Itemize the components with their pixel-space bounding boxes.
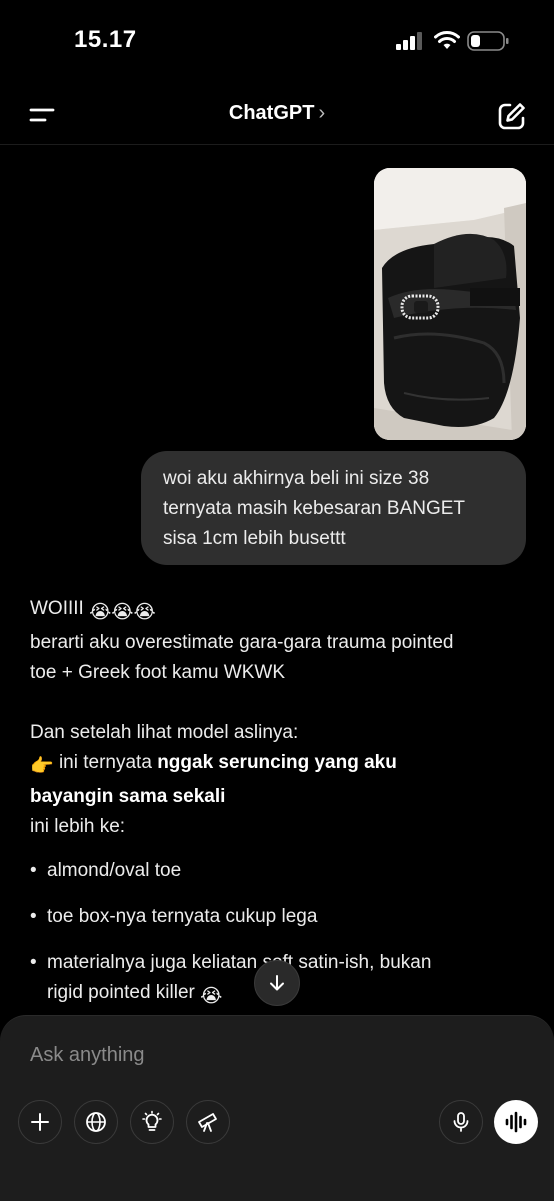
shoe-photo	[374, 168, 526, 440]
reason-button[interactable]	[130, 1100, 174, 1144]
crying-face-emoji: 😭	[200, 986, 223, 1007]
wifi-icon	[434, 31, 460, 49]
scroll-down-button[interactable]	[254, 960, 300, 1006]
user-message-bubble: woi aku akhirnya beli ini size 38 ternya…	[141, 451, 526, 565]
message-input[interactable]: Ask anything	[30, 1044, 145, 1067]
plus-icon	[31, 1113, 49, 1131]
telescope-icon	[198, 1113, 217, 1132]
assistant-line: berarti aku overestimate gara-gara traum…	[30, 632, 454, 653]
list-item: toe box-nya ternyata cukup lega	[30, 902, 530, 932]
voice-mode-button[interactable]	[494, 1100, 538, 1144]
assistant-line: toe + Greek foot kamu WKWK	[30, 662, 286, 683]
user-attached-image[interactable]	[374, 168, 526, 440]
voice-waveform-icon	[505, 1111, 527, 1133]
list-item: almond/oval toe	[30, 856, 530, 886]
deep-research-button[interactable]	[186, 1100, 230, 1144]
page-title[interactable]: ChatGPT	[229, 102, 315, 124]
edit-icon[interactable]	[496, 100, 528, 132]
assistant-bold-text: nggak seruncing yang aku	[157, 752, 397, 773]
user-message-line: sisa 1cm lebih busettt	[163, 528, 346, 549]
crying-face-emoji: 😭😭😭	[89, 602, 156, 623]
composer: Ask anything	[0, 1015, 554, 1201]
assistant-line: Dan setelah lihat model aslinya:	[30, 722, 299, 743]
search-button[interactable]	[74, 1100, 118, 1144]
assistant-line: 👉 ini ternyata nggak seruncing yang aku	[30, 748, 530, 782]
assistant-line: WOIIII 😭😭😭	[30, 594, 530, 628]
assistant-line: ini lebih ke:	[30, 816, 126, 837]
assistant-bold-text: bayangin sama sekali	[30, 786, 226, 807]
lightbulb-icon	[142, 1110, 162, 1131]
battery-icon	[467, 31, 509, 51]
assistant-text: ini ternyata	[58, 752, 152, 773]
model-selector[interactable]: ChatGPT ›	[0, 102, 554, 125]
assistant-text: WOIIII	[30, 598, 84, 619]
add-button[interactable]	[18, 1100, 62, 1144]
pointing-hand-emoji: 👉	[30, 756, 54, 777]
user-message-line: woi aku akhirnya beli ini size 38	[163, 468, 430, 489]
list-item-text: rigid pointed killer	[47, 982, 195, 1003]
chevron-right-icon[interactable]: ›	[318, 102, 325, 124]
cellular-signal-icon	[396, 32, 422, 50]
assistant-line: bayangin sama sekali	[30, 782, 530, 812]
status-bar: 15.17	[0, 0, 554, 80]
status-time: 15.17	[74, 26, 137, 53]
user-message-line: ternyata masih kebesaran BANGET	[163, 498, 466, 519]
globe-icon	[86, 1112, 106, 1132]
dictate-button[interactable]	[439, 1100, 483, 1144]
arrow-down-icon	[270, 975, 284, 991]
microphone-icon	[453, 1112, 469, 1132]
top-nav: ChatGPT ›	[0, 86, 554, 145]
